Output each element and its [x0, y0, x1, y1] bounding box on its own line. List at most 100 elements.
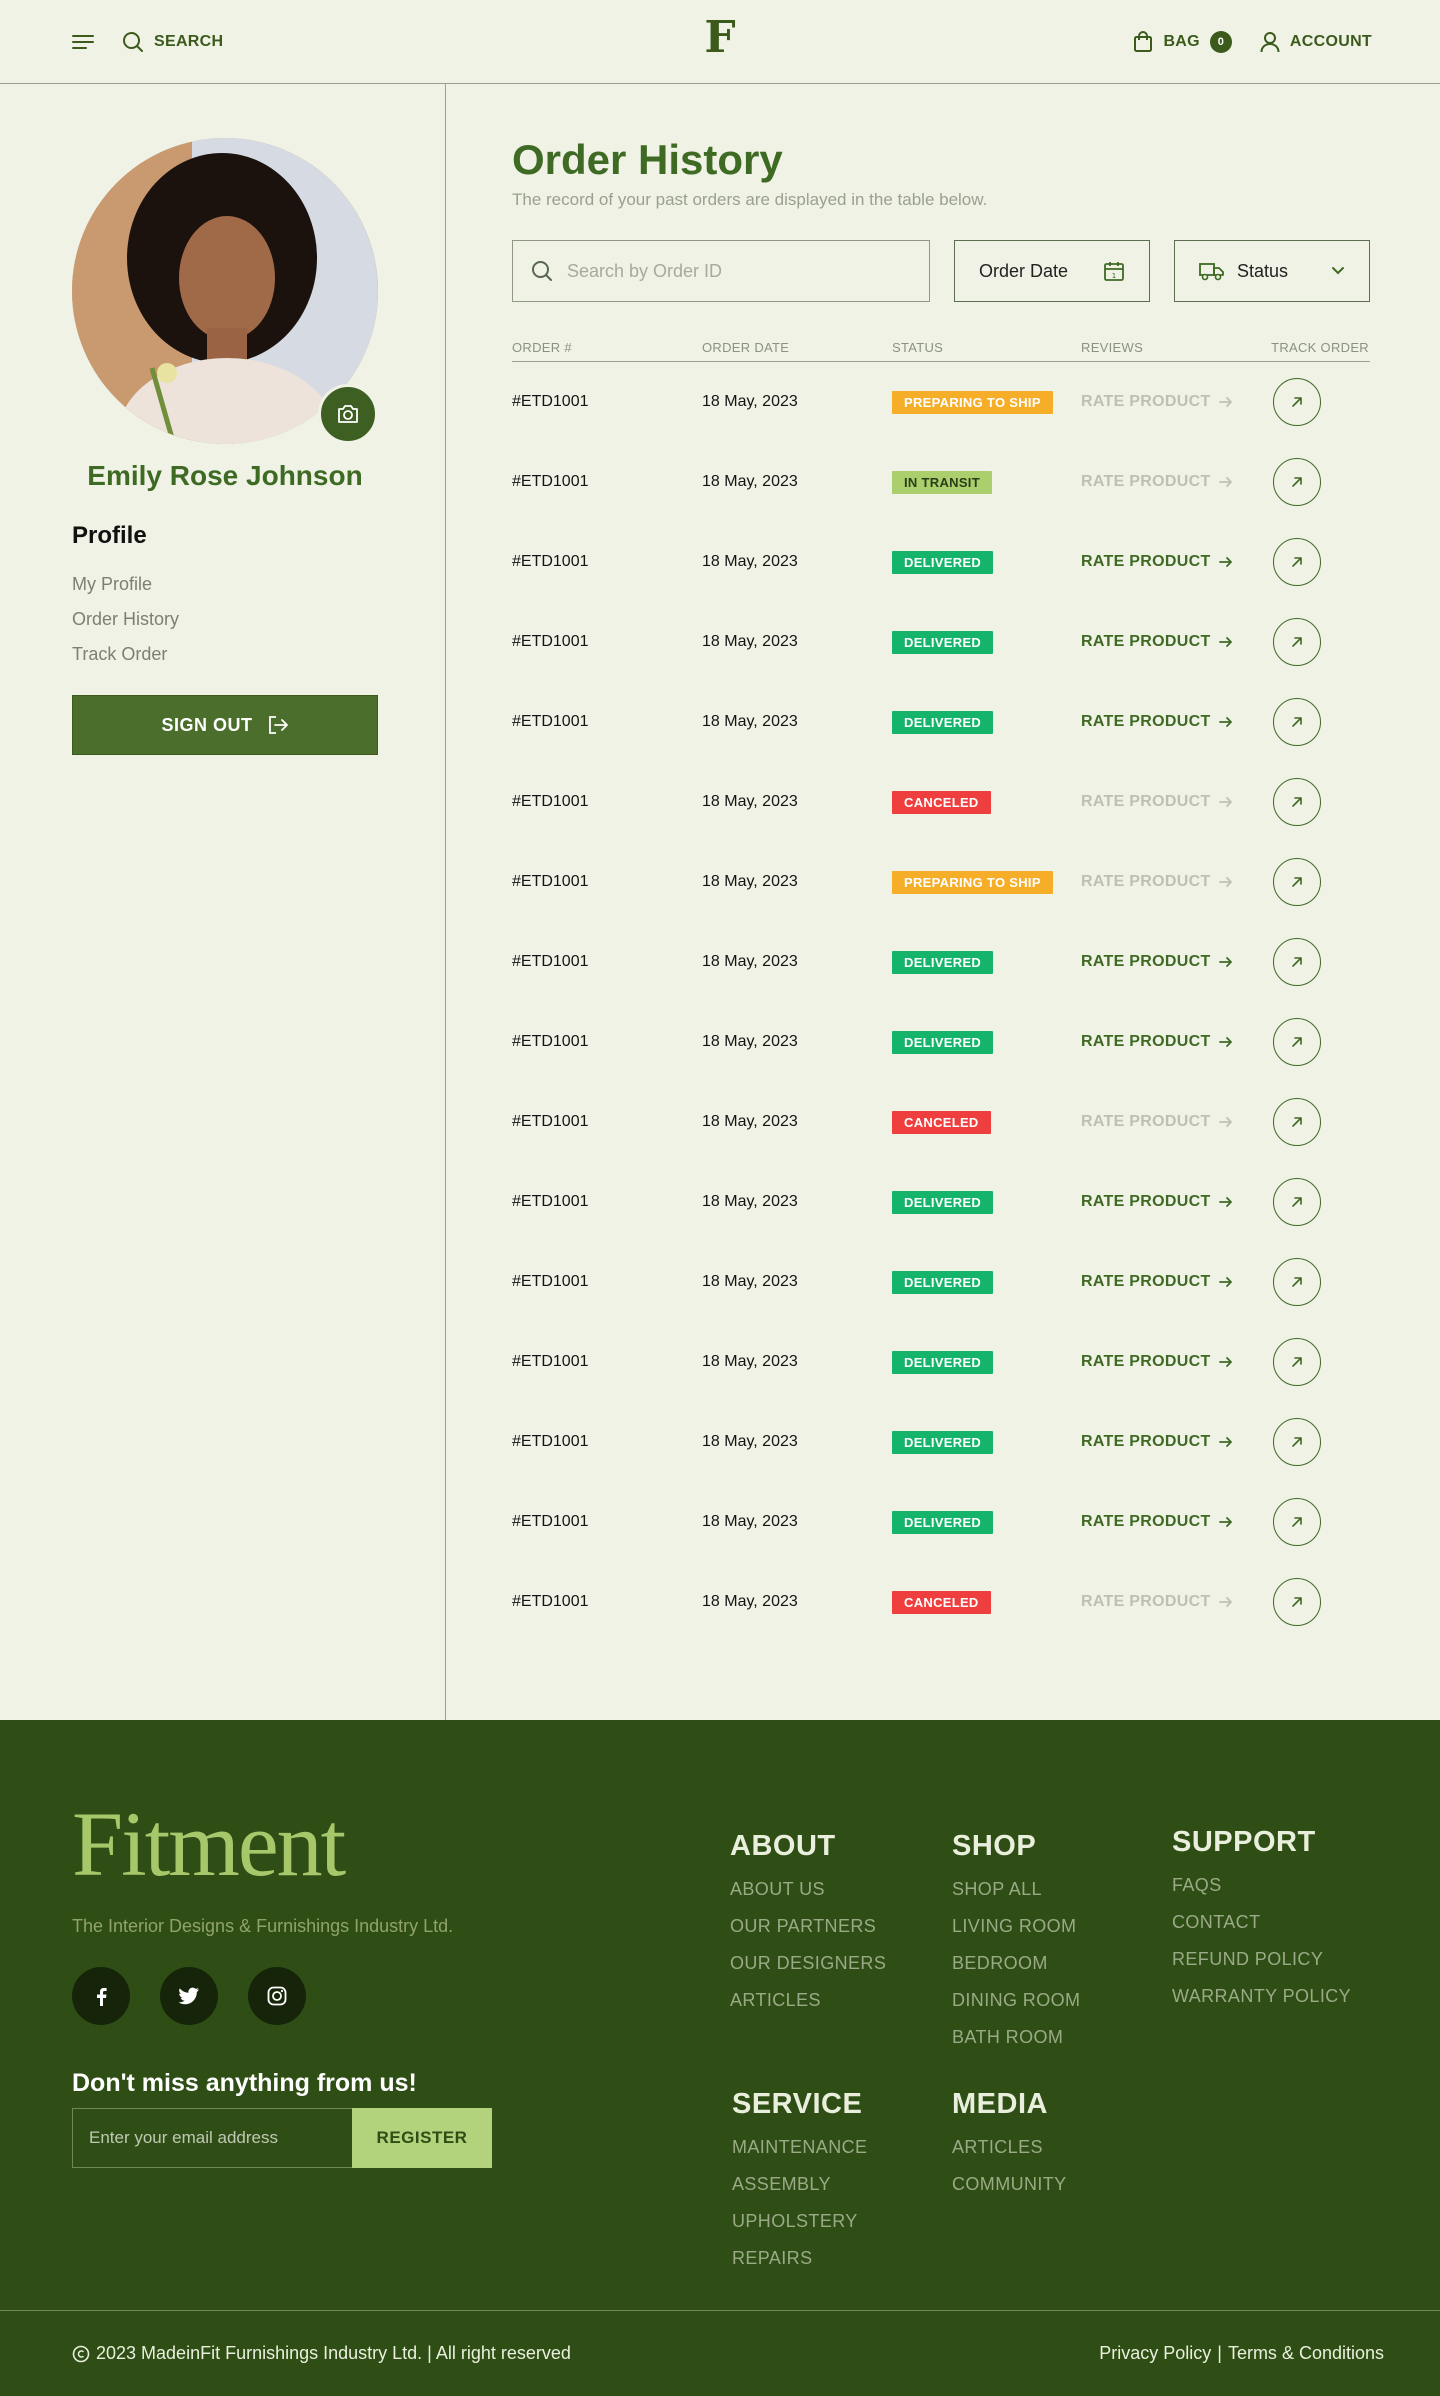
arrow-right-icon	[1218, 876, 1233, 888]
rate-product-link[interactable]: RATE PRODUCT	[1081, 473, 1271, 491]
footer-link[interactable]: DINING ROOM	[952, 1990, 1080, 2011]
arrow-right-icon	[1218, 1436, 1233, 1448]
instagram-icon[interactable]	[248, 1967, 306, 2025]
footer-link[interactable]: CONTACT	[1172, 1912, 1351, 1933]
profile-sidebar: Emily Rose Johnson Profile My Profile Or…	[0, 84, 446, 1720]
footer-link[interactable]: REFUND POLICY	[1172, 1949, 1351, 1970]
track-order-button[interactable]	[1273, 1258, 1321, 1306]
footer-link[interactable]: FAQS	[1172, 1875, 1351, 1896]
footer-link[interactable]: WARRANTY POLICY	[1172, 1986, 1351, 2007]
twitter-icon[interactable]	[160, 1967, 218, 2025]
track-order-button[interactable]	[1273, 1498, 1321, 1546]
footer-link[interactable]: BATH ROOM	[952, 2027, 1080, 2048]
rate-product-link[interactable]: RATE PRODUCT	[1081, 873, 1271, 891]
footer-link[interactable]: ARTICLES	[730, 1990, 886, 2011]
arrow-up-right-icon	[1290, 715, 1304, 729]
orders-table: ORDER # ORDER DATE STATUS REVIEWS TRACK …	[512, 340, 1370, 1642]
rate-product-link[interactable]: RATE PRODUCT	[1081, 1353, 1271, 1371]
change-photo-button[interactable]	[318, 384, 378, 444]
track-order-button[interactable]	[1273, 1098, 1321, 1146]
column-order-date[interactable]: ORDER DATE	[702, 340, 892, 355]
footer-col-support: SUPPORT FAQS CONTACT REFUND POLICY WARRA…	[1172, 1826, 1351, 2007]
track-order-button[interactable]	[1273, 378, 1321, 426]
footer-link[interactable]: OUR DESIGNERS	[730, 1953, 886, 1974]
order-search-input[interactable]	[567, 260, 911, 282]
status-badge: DELIVERED	[892, 1430, 994, 1454]
rate-product-link[interactable]: RATE PRODUCT	[1081, 553, 1271, 571]
menu-item-order-history[interactable]: Order History	[72, 609, 377, 630]
rate-product-link[interactable]: RATE PRODUCT	[1081, 1593, 1271, 1611]
brand-wordmark[interactable]: Fitment	[72, 1798, 730, 1890]
footer-link[interactable]: OUR PARTNERS	[730, 1916, 886, 1937]
menu-item-my-profile[interactable]: My Profile	[72, 574, 377, 595]
rate-product-link[interactable]: RATE PRODUCT	[1081, 393, 1271, 411]
rate-product-label: RATE PRODUCT	[1081, 1273, 1211, 1290]
order-date-filter[interactable]: Order Date 1	[954, 240, 1150, 302]
rate-product-link[interactable]: RATE PRODUCT	[1081, 1113, 1271, 1131]
table-row: #ETD1001 18 May, 2023 DELIVERED RATE PRODUC…	[512, 1402, 1370, 1482]
footer-link[interactable]: ASSEMBLY	[732, 2174, 867, 2195]
track-order-button[interactable]	[1273, 538, 1321, 586]
footer-link[interactable]: LIVING ROOM	[952, 1916, 1080, 1937]
track-order-button[interactable]	[1273, 1418, 1321, 1466]
account-link[interactable]: ACCOUNT	[1260, 31, 1372, 53]
arrow-right-icon	[1218, 1196, 1233, 1208]
footer-link[interactable]: COMMUNITY	[952, 2174, 1067, 2195]
status-filter[interactable]: Status	[1174, 240, 1370, 302]
order-date: 18 May, 2023	[702, 713, 798, 730]
track-order-button[interactable]	[1273, 1178, 1321, 1226]
track-order-button[interactable]	[1273, 458, 1321, 506]
footer-link[interactable]: MAINTENANCE	[732, 2137, 867, 2158]
arrow-up-right-icon	[1290, 1435, 1304, 1449]
site-logo[interactable]: F	[704, 16, 735, 60]
track-order-button[interactable]	[1273, 1338, 1321, 1386]
column-order-number[interactable]: ORDER #	[512, 340, 702, 355]
track-order-button[interactable]	[1273, 858, 1321, 906]
status-cell: DELIVERED	[892, 1190, 1081, 1214]
track-order-button[interactable]	[1273, 618, 1321, 666]
privacy-policy-link[interactable]: Privacy Policy	[1099, 2343, 1211, 2364]
track-order-button[interactable]	[1273, 938, 1321, 986]
order-date: 18 May, 2023	[702, 553, 798, 570]
status-badge: CANCELED	[892, 790, 991, 814]
column-track-order[interactable]: TRACK ORDER	[1271, 340, 1369, 355]
track-order-button[interactable]	[1273, 1578, 1321, 1626]
bag-link[interactable]: BAG 0	[1133, 30, 1232, 53]
rate-product-link[interactable]: RATE PRODUCT	[1081, 1433, 1271, 1451]
rate-product-link[interactable]: RATE PRODUCT	[1081, 1193, 1271, 1211]
column-status[interactable]: STATUS	[892, 340, 1081, 355]
register-button[interactable]: REGISTER	[352, 2108, 492, 2168]
track-cell	[1273, 698, 1321, 746]
rate-product-link[interactable]: RATE PRODUCT	[1081, 633, 1271, 651]
footer-link[interactable]: SHOP ALL	[952, 1879, 1080, 1900]
user-icon	[1260, 31, 1280, 53]
rate-product-link[interactable]: RATE PRODUCT	[1081, 953, 1271, 971]
footer-col-title: MEDIA	[952, 2088, 1048, 2120]
menu-item-track-order[interactable]: Track Order	[72, 644, 377, 665]
table-row: #ETD1001 18 May, 2023 CANCELED RATE PRODUCT	[512, 762, 1370, 842]
footer-link[interactable]: REPAIRS	[732, 2248, 867, 2269]
status-cell: CANCELED	[892, 790, 1081, 814]
footer-link[interactable]: ABOUT US	[730, 1879, 886, 1900]
rate-product-link[interactable]: RATE PRODUCT	[1081, 793, 1271, 811]
menu-icon[interactable]	[72, 34, 94, 50]
facebook-icon[interactable]	[72, 1967, 130, 2025]
track-order-button[interactable]	[1273, 1018, 1321, 1066]
terms-link[interactable]: Terms & Conditions	[1228, 2343, 1384, 2364]
sign-out-button[interactable]: SIGN OUT	[72, 695, 378, 755]
footer-link[interactable]: ARTICLES	[952, 2137, 1067, 2158]
track-order-button[interactable]	[1273, 698, 1321, 746]
search-link[interactable]: SEARCH	[122, 31, 223, 53]
legal-links: Privacy Policy | Terms & Conditions	[1099, 2343, 1384, 2364]
order-date: 18 May, 2023	[702, 1113, 798, 1130]
track-order-button[interactable]	[1273, 778, 1321, 826]
rate-product-link[interactable]: RATE PRODUCT	[1081, 1513, 1271, 1531]
newsletter-email-input[interactable]	[72, 2108, 352, 2168]
rate-product-link[interactable]: RATE PRODUCT	[1081, 713, 1271, 731]
rate-product-link[interactable]: RATE PRODUCT	[1081, 1273, 1271, 1291]
footer-link[interactable]: UPHOLSTERY	[732, 2211, 867, 2232]
rate-product-label: RATE PRODUCT	[1081, 873, 1211, 890]
rate-product-link[interactable]: RATE PRODUCT	[1081, 1033, 1271, 1051]
column-reviews[interactable]: REVIEWS	[1081, 340, 1271, 355]
footer-link[interactable]: BEDROOM	[952, 1953, 1080, 1974]
